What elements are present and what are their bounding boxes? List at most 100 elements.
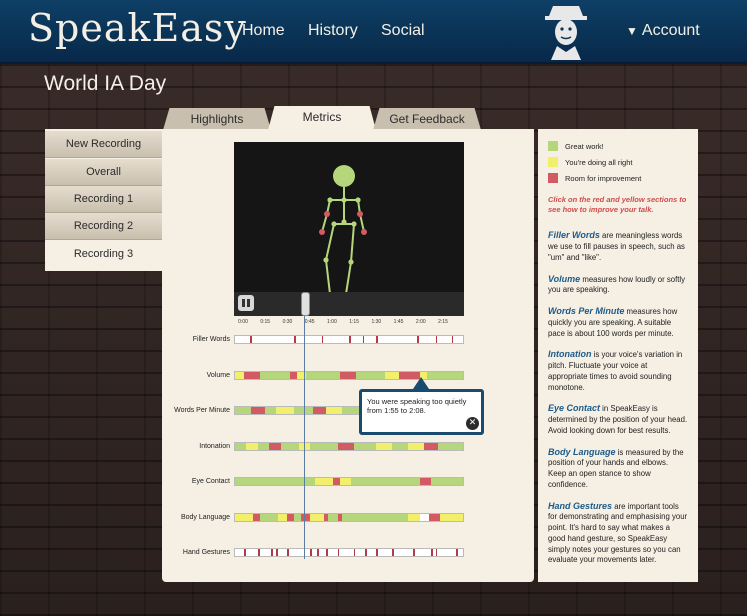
metric-timeline-bar[interactable] [234,548,464,557]
metric-timeline-bar[interactable] [234,513,464,522]
timeline-segment[interactable] [235,514,254,521]
timeline-segment[interactable] [328,514,338,521]
close-icon[interactable]: ✕ [466,417,479,430]
timeline-segment[interactable] [431,549,433,556]
timeline-segment[interactable] [424,443,438,450]
timeline-segment[interactable] [339,372,356,379]
metric-description: Intonation is your voice's variation in … [548,348,688,393]
timeline-segment[interactable] [276,407,295,414]
timeline-segment[interactable] [294,336,297,343]
timeline-segment[interactable] [417,336,420,343]
metric-timeline-bar[interactable] [234,371,464,380]
timeline-segment[interactable] [278,514,288,521]
timeline-segment[interactable] [412,549,415,556]
tab-highlights[interactable]: Highlights [163,108,271,130]
timeline-segment[interactable] [289,372,297,379]
timeline-segment[interactable] [235,443,247,450]
timeline-segment[interactable] [235,372,245,379]
timeline-segment[interactable] [305,372,340,379]
timeline-segment[interactable] [339,478,352,485]
pause-button[interactable] [238,295,254,311]
timeline-segment[interactable] [280,443,299,450]
timeline-segment[interactable] [431,478,463,485]
video-player[interactable] [234,142,464,316]
timeline-segment[interactable] [246,443,258,450]
scrubber-handle[interactable] [301,292,310,316]
timeline-segment[interactable] [349,336,351,343]
timeline-segment[interactable] [249,336,253,343]
metric-timeline-bar[interactable] [234,335,464,344]
nav-history[interactable]: History [308,22,358,40]
timeline-segment[interactable] [451,336,454,343]
timeline-segment[interactable] [362,336,365,343]
timeline-segment[interactable] [253,514,261,521]
timeline-segment[interactable] [326,549,328,556]
timeline-segment[interactable] [326,407,343,414]
timeline-segment[interactable] [260,514,279,521]
timeline-segment[interactable] [317,549,319,556]
timeline-segment[interactable] [287,514,295,521]
timeline-segment[interactable] [260,372,290,379]
timeline-segment[interactable] [428,514,441,521]
timeline-segment[interactable] [337,443,354,450]
tab-get-feedback[interactable]: Get Feedback [373,108,481,130]
timeline-segment[interactable] [287,549,290,556]
sidebar-item-new-recording[interactable]: New Recording [45,131,162,158]
sidebar-item-recording-1[interactable]: Recording 1 [45,186,162,213]
nav-home[interactable]: Home [242,22,285,40]
timeline-segment[interactable] [342,514,409,521]
timeline-segment[interactable] [353,443,377,450]
timeline-segment[interactable] [321,336,324,343]
timeline-segment[interactable] [408,443,425,450]
timeline-segment[interactable] [456,549,458,556]
nav-social[interactable]: Social [381,22,425,40]
timeline-segment[interactable] [337,549,340,556]
timeline-segment[interactable] [355,372,386,379]
timeline-segment[interactable] [269,443,281,450]
timeline-segment[interactable] [435,336,438,343]
timeline-segment[interactable] [419,478,432,485]
timeline-segment[interactable] [244,372,261,379]
timeline-segment[interactable] [235,407,251,414]
timeline-segment[interactable] [440,514,463,521]
timeline-segment[interactable] [376,443,393,450]
account-menu[interactable]: ▼ Account [626,22,700,40]
tab-metrics[interactable]: Metrics [268,106,376,130]
speakeasy-logo[interactable]: SpeakEasy [28,6,247,50]
metric-timeline-bar[interactable] [234,442,464,451]
timeline-segment[interactable] [437,443,463,450]
timeline-segment[interactable] [271,549,274,556]
timeline-segment[interactable] [257,549,260,556]
timeline-segment[interactable] [376,336,379,343]
timeline-segment[interactable] [244,549,246,556]
timeline-segment[interactable] [250,407,265,414]
timeline-segment[interactable] [310,514,324,521]
sidebar-item-overall[interactable]: Overall [45,159,162,186]
timeline-segment[interactable] [294,514,302,521]
timeline-segment[interactable] [301,514,311,521]
sidebar-item-recording-2[interactable]: Recording 2 [45,213,162,240]
timeline-segment[interactable] [312,407,327,414]
timeline-segment[interactable] [276,549,278,556]
timeline-segment[interactable] [385,372,400,379]
timeline-segment[interactable] [408,514,420,521]
timeline-segment[interactable] [257,443,270,450]
timeline-segment[interactable] [353,549,356,556]
timeline-segment[interactable] [314,478,334,485]
metric-timeline-bar[interactable] [234,477,464,486]
timeline-segment[interactable] [235,478,315,485]
timeline-segment[interactable] [435,549,438,556]
legend-swatch [548,157,558,167]
timeline-segment[interactable] [333,478,340,485]
timeline-segment[interactable] [310,443,338,450]
sidebar-item-recording-3[interactable]: Recording 3 [45,241,162,267]
timeline-segment[interactable] [376,549,379,556]
timeline-segment[interactable] [351,478,420,485]
timeline-segment[interactable] [392,443,409,450]
timeline-segment[interactable] [364,549,367,556]
timeline-segment[interactable] [392,549,395,556]
timeline-segment[interactable] [426,372,463,379]
timeline-segment[interactable] [264,407,277,414]
timeline-segment[interactable] [310,549,313,556]
legend-item: Great work! [548,141,688,151]
